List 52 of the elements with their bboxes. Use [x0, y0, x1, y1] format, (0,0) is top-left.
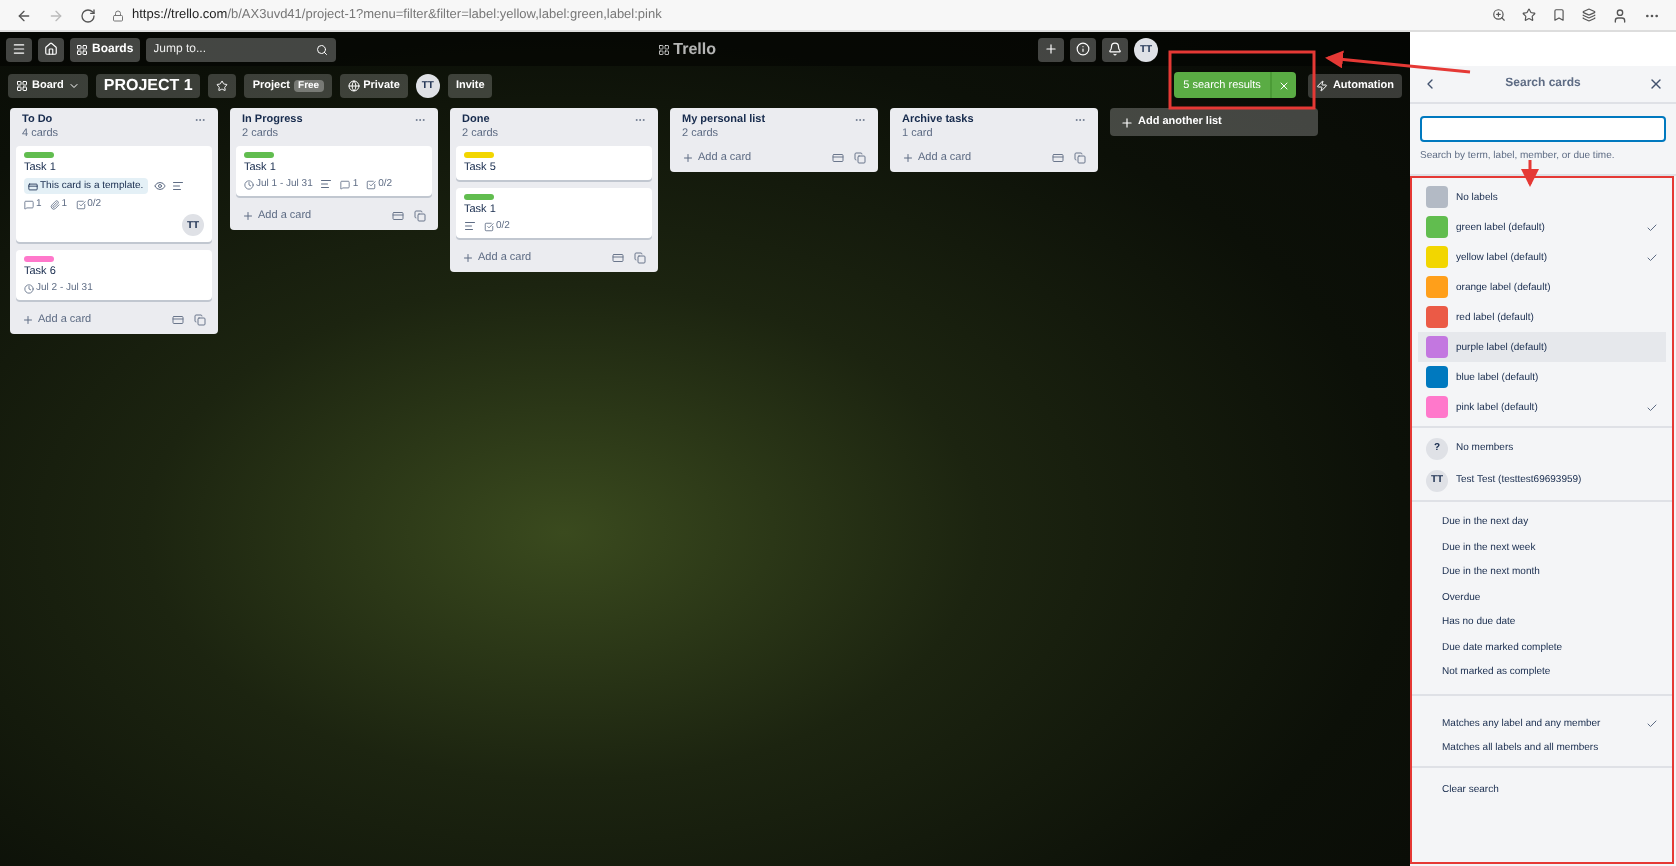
back-icon[interactable] — [1422, 76, 1438, 92]
grid-icon — [16, 79, 28, 91]
home-button[interactable] — [38, 37, 64, 61]
search-field[interactable] — [1420, 116, 1666, 142]
star-icon[interactable] — [1522, 7, 1536, 21]
profile-icon[interactable] — [1612, 7, 1628, 23]
star-icon — [216, 79, 229, 91]
plus-icon — [682, 152, 694, 164]
bookmark-icon[interactable] — [1552, 7, 1566, 21]
copy-icon[interactable] — [1074, 152, 1086, 164]
layers-icon[interactable] — [1582, 7, 1596, 21]
reload-icon[interactable] — [80, 7, 96, 23]
copy-icon[interactable] — [414, 210, 426, 222]
bell-icon — [1108, 42, 1122, 56]
eye-icon — [153, 180, 166, 192]
copy-icon[interactable] — [194, 314, 206, 326]
star-button[interactable] — [208, 73, 237, 97]
info-button[interactable] — [1070, 37, 1096, 61]
plus-icon — [462, 252, 474, 264]
template-icon[interactable] — [392, 210, 404, 222]
globe-icon — [347, 79, 360, 91]
plus-icon — [242, 210, 254, 222]
menu-icon — [12, 42, 26, 56]
template-icon[interactable] — [832, 152, 844, 164]
description-icon — [171, 180, 184, 192]
copy-icon[interactable] — [854, 152, 866, 164]
trello-logo: Trello — [657, 40, 716, 58]
close-icon[interactable] — [1647, 76, 1664, 92]
menu-button[interactable] — [6, 37, 32, 61]
clear-results-button[interactable] — [1270, 72, 1297, 98]
add-button[interactable] — [1038, 37, 1064, 61]
template-icon[interactable] — [612, 252, 624, 264]
search-icon — [315, 43, 328, 55]
description-icon — [464, 220, 476, 232]
grid-icon — [76, 43, 88, 55]
board-title[interactable]: PROJECT 1 — [95, 73, 201, 97]
plus-icon — [902, 152, 914, 164]
caret-icon — [67, 79, 80, 91]
notifications-button[interactable] — [1102, 37, 1128, 61]
plus-icon — [1120, 115, 1134, 129]
template-icon[interactable] — [1052, 152, 1064, 164]
close-icon — [1278, 79, 1291, 91]
zoom-icon[interactable] — [1492, 7, 1506, 21]
template-icon[interactable] — [172, 314, 184, 326]
plus-icon — [1044, 42, 1058, 56]
lightning-icon — [1316, 79, 1329, 91]
info-icon — [1076, 42, 1090, 56]
back-icon[interactable] — [16, 7, 32, 23]
plus-icon — [22, 314, 34, 326]
home-icon — [44, 42, 58, 56]
copy-icon[interactable] — [634, 252, 646, 264]
description-icon — [320, 178, 333, 190]
